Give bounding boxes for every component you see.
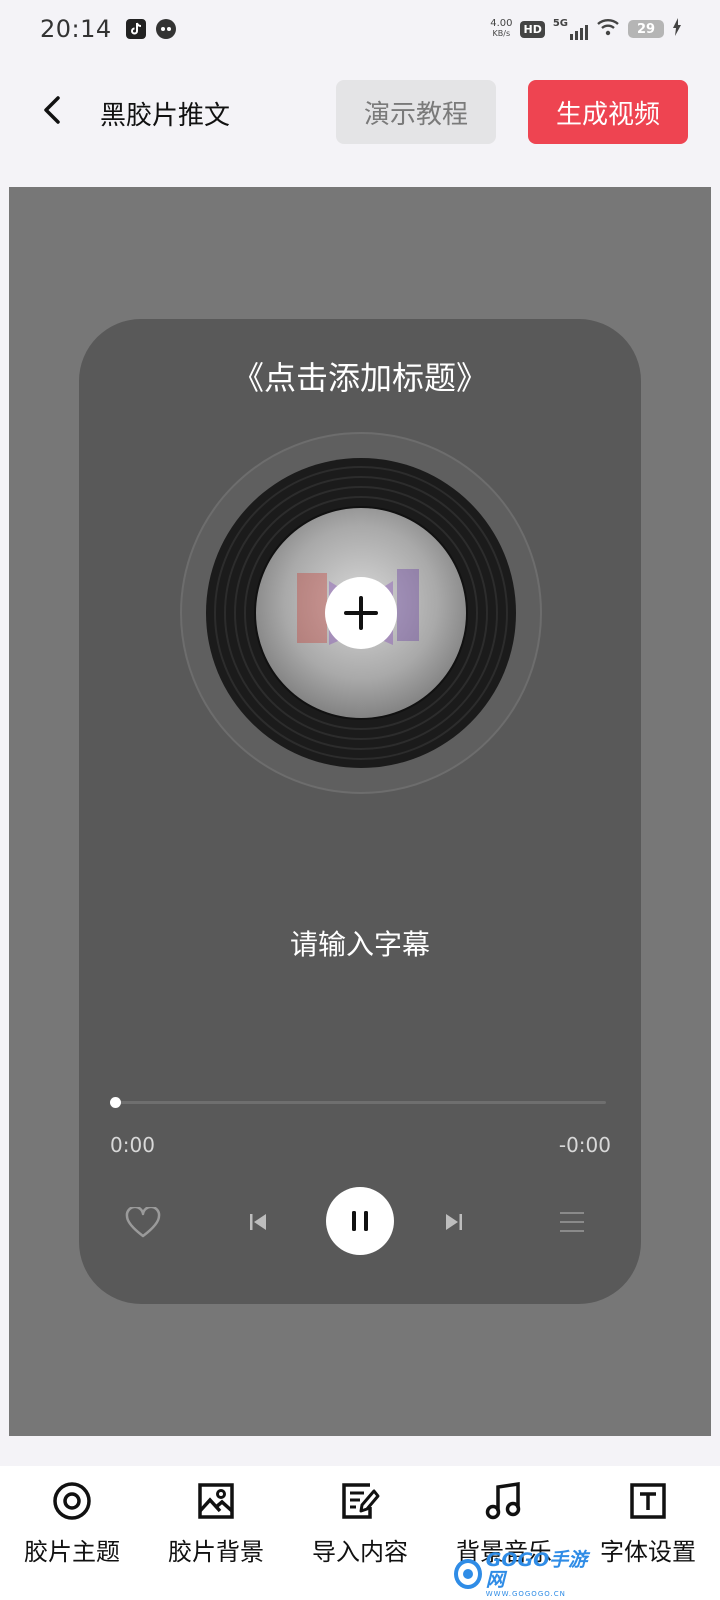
status-time: 20:14 bbox=[40, 15, 112, 43]
chevron-left-icon bbox=[44, 96, 60, 124]
nav-label: 字体设置 bbox=[600, 1538, 696, 1566]
vinyl-record[interactable] bbox=[179, 431, 543, 795]
skip-previous-icon bbox=[250, 1214, 266, 1230]
battery-indicator: 29 bbox=[628, 20, 664, 38]
watermark-text: GOGO手游网 bbox=[485, 1549, 588, 1591]
remaining-time: -0:00 bbox=[558, 1133, 611, 1157]
menu-list-icon bbox=[560, 1212, 584, 1232]
plus-icon bbox=[344, 596, 378, 630]
target-icon bbox=[51, 1480, 93, 1522]
cell-signal-icon: 5G bbox=[553, 18, 588, 40]
add-cover-button[interactable] bbox=[325, 577, 397, 649]
skip-next-icon bbox=[446, 1214, 462, 1230]
pause-icon bbox=[352, 1211, 368, 1231]
image-icon bbox=[195, 1480, 237, 1522]
nav-item-film-theme[interactable]: 胶片主题 bbox=[0, 1466, 144, 1600]
playlist-button[interactable] bbox=[557, 1207, 587, 1237]
watermark-url: WWW.GOGOGO.CN bbox=[485, 1590, 566, 1598]
song-title[interactable]: 《点击添加标题》 bbox=[79, 353, 641, 399]
music-note-icon bbox=[483, 1480, 525, 1522]
heart-icon bbox=[125, 1207, 161, 1238]
header: 黑胶片推文 演示教程 生成视频 bbox=[0, 78, 720, 144]
previous-button[interactable] bbox=[245, 1207, 271, 1237]
tiktok-icon bbox=[125, 19, 146, 39]
bottom-toolbar: 胶片主题 胶片背景 导入内容 背景音乐 字体设置 bbox=[0, 1466, 720, 1600]
demo-tutorial-button[interactable]: 演示教程 bbox=[336, 80, 496, 144]
watermark-logo-icon bbox=[454, 1559, 482, 1589]
back-button[interactable] bbox=[34, 92, 70, 128]
next-button[interactable] bbox=[441, 1207, 467, 1237]
page-title: 黑胶片推文 bbox=[100, 101, 231, 131]
wifi-icon bbox=[596, 18, 620, 40]
nav-label: 胶片主题 bbox=[24, 1538, 120, 1566]
subtitle-text[interactable]: 请输入字幕 bbox=[79, 923, 641, 963]
nav-label: 导入内容 bbox=[312, 1538, 408, 1566]
progress-knob[interactable] bbox=[110, 1097, 121, 1108]
hd-badge: HD bbox=[520, 20, 545, 38]
nav-item-import-content[interactable]: 导入内容 bbox=[288, 1466, 432, 1600]
like-button[interactable] bbox=[123, 1203, 163, 1243]
nav-item-film-background[interactable]: 胶片背景 bbox=[144, 1466, 288, 1600]
edit-document-icon bbox=[339, 1480, 381, 1522]
nav-label: 胶片背景 bbox=[168, 1538, 264, 1566]
status-bar: 20:14 4.00 KB/s HD 5G 29 bbox=[0, 0, 720, 58]
charging-icon bbox=[672, 18, 682, 40]
pause-button[interactable] bbox=[326, 1187, 394, 1255]
generate-video-button[interactable]: 生成视频 bbox=[528, 80, 688, 144]
video-preview: 《点击添加标题》 请输入字幕 0:00 -0:00 bbox=[9, 187, 711, 1436]
progress-bar[interactable] bbox=[110, 1097, 606, 1108]
network-speed: 4.00 KB/s bbox=[490, 18, 513, 39]
text-format-icon bbox=[627, 1480, 669, 1522]
watermark: GOGO手游网 WWW.GOGOGO.CN bbox=[454, 1550, 594, 1598]
current-time: 0:00 bbox=[110, 1133, 155, 1157]
player-card: 《点击添加标题》 请输入字幕 0:00 -0:00 bbox=[79, 319, 641, 1304]
app-face-icon bbox=[155, 19, 176, 39]
nav-item-font-settings[interactable]: 字体设置 bbox=[576, 1466, 720, 1600]
